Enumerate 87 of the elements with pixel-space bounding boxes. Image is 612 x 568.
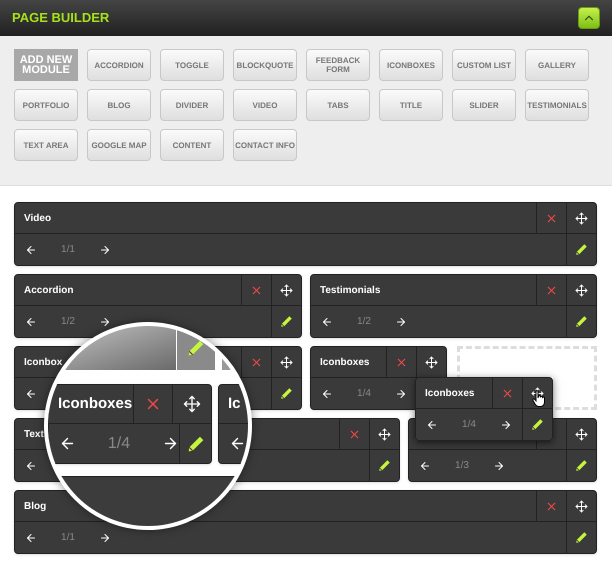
pencil-icon xyxy=(531,418,544,431)
module-button[interactable]: VIDEO xyxy=(233,89,297,121)
move-icon[interactable] xyxy=(280,284,293,296)
module-title: Iconboxes xyxy=(58,394,132,414)
module-button[interactable]: TOGGLE xyxy=(160,49,224,81)
module-button[interactable]: PORTFOLIO xyxy=(14,89,78,121)
module-title: Iconbox xyxy=(24,356,62,370)
module-button[interactable]: GOOGLE MAP xyxy=(87,129,151,161)
page-counter: 1/4 xyxy=(461,418,477,432)
page-counter: 1/4 xyxy=(356,387,372,401)
arrow-left-icon[interactable] xyxy=(25,532,37,544)
arrow-right-icon[interactable] xyxy=(99,532,111,544)
close-icon[interactable] xyxy=(395,356,408,368)
pencil-icon xyxy=(575,315,588,328)
pencil-icon xyxy=(187,339,205,357)
module-button[interactable]: TEXT AREA xyxy=(14,129,78,161)
move-icon[interactable] xyxy=(425,356,438,368)
page-counter: 1/2 xyxy=(60,315,76,329)
close-icon[interactable] xyxy=(250,284,263,296)
arrow-left-icon[interactable] xyxy=(25,244,37,256)
move-icon[interactable] xyxy=(280,356,293,368)
page-counter: 1/1 xyxy=(60,531,76,545)
arrow-right-icon[interactable] xyxy=(395,388,407,400)
pointer-icon xyxy=(532,390,546,408)
module-button[interactable]: ICONBOXES xyxy=(379,49,443,81)
close-icon[interactable] xyxy=(501,386,514,400)
move-icon[interactable] xyxy=(575,500,588,512)
pencil-icon xyxy=(575,531,588,544)
arrow-right-icon[interactable] xyxy=(162,435,179,452)
move-icon[interactable] xyxy=(575,428,588,440)
page-counter: 1/2 xyxy=(356,315,372,329)
arrow-left-icon[interactable] xyxy=(25,316,37,328)
page-counter: 1/4 xyxy=(106,434,132,454)
arrow-right-icon[interactable] xyxy=(99,244,111,256)
move-icon[interactable] xyxy=(575,284,588,296)
arrow-left-icon[interactable] xyxy=(25,460,37,472)
module-title: Text xyxy=(24,428,44,442)
page-counter: 1/3 xyxy=(454,459,470,473)
arrow-left-icon[interactable] xyxy=(321,388,333,400)
pencil-icon xyxy=(575,459,588,472)
page-counter: 1/1 xyxy=(60,243,76,257)
module-title: Ic xyxy=(228,394,241,414)
pencil-icon xyxy=(378,459,391,472)
arrow-left-icon[interactable] xyxy=(321,316,333,328)
arrow-right-icon[interactable] xyxy=(395,316,407,328)
module-button[interactable]: SLIDER xyxy=(452,89,516,121)
module-button[interactable]: BLOCKQUOTE xyxy=(233,49,297,81)
arrow-right-icon[interactable] xyxy=(500,418,512,430)
module-title: Iconboxes xyxy=(425,386,474,400)
module-button[interactable]: BLOG xyxy=(87,89,151,121)
arrow-right-icon[interactable] xyxy=(99,316,111,328)
module-title: Testimonials xyxy=(320,284,380,298)
close-icon[interactable] xyxy=(545,500,558,512)
move-icon[interactable] xyxy=(183,395,201,413)
module-button[interactable]: TESTIMONIALS xyxy=(525,89,589,121)
module-button[interactable]: FEEDBACK FORM xyxy=(306,49,370,81)
module-button[interactable]: DIVIDER xyxy=(160,89,224,121)
module-button[interactable]: TITLE xyxy=(379,89,443,121)
module-button[interactable]: CONTENT xyxy=(160,129,224,161)
arrow-left-icon[interactable] xyxy=(419,460,431,472)
module-button[interactable]: CUSTOM LIST xyxy=(452,49,516,81)
pencil-icon xyxy=(280,315,293,328)
module-title: Blog xyxy=(24,500,46,514)
module-button[interactable]: GALLERY xyxy=(525,49,589,81)
module-button[interactable]: CONTACT INFO xyxy=(233,129,297,161)
move-icon[interactable] xyxy=(575,212,588,224)
arrow-left-icon[interactable] xyxy=(59,435,76,452)
close-icon[interactable] xyxy=(250,356,263,368)
module-button[interactable]: TABS xyxy=(306,89,370,121)
module-title: Accordion xyxy=(24,284,74,298)
module-title: Video xyxy=(24,212,52,226)
close-icon[interactable] xyxy=(545,212,558,224)
move-icon[interactable] xyxy=(378,428,391,440)
header-title: PAGE BUILDER xyxy=(12,9,110,28)
pencil-icon xyxy=(186,434,204,452)
arrow-left-icon[interactable] xyxy=(229,435,246,452)
pencil-icon xyxy=(280,387,293,400)
arrow-left-icon[interactable] xyxy=(25,388,37,400)
module-button[interactable]: ACCORDION xyxy=(87,49,151,81)
module-title: Iconboxes xyxy=(320,356,370,370)
arrow-left-icon[interactable] xyxy=(426,418,438,430)
palette-heading: ADD NEW MODULE xyxy=(14,49,78,81)
close-icon[interactable] xyxy=(545,284,558,296)
arrow-right-icon[interactable] xyxy=(493,460,505,472)
pencil-icon xyxy=(575,243,588,256)
close-icon[interactable] xyxy=(348,428,361,440)
collapse-button[interactable] xyxy=(578,7,600,29)
